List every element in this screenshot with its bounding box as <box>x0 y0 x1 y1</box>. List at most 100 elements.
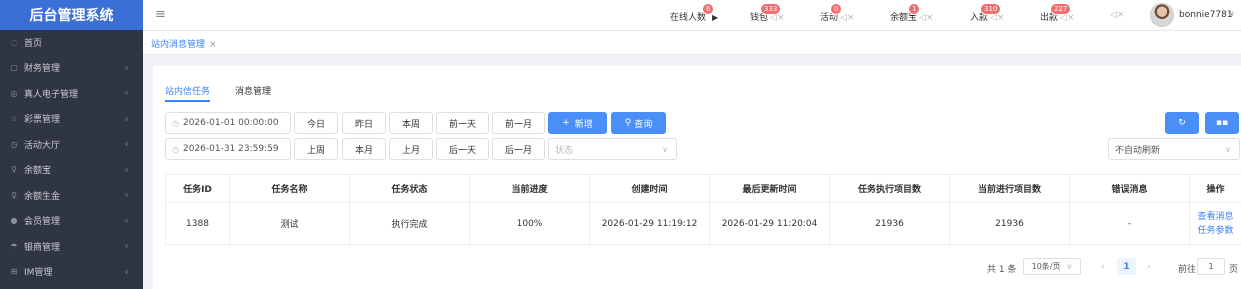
mute-icon[interactable]: ◁× <box>840 13 854 23</box>
mute-icon[interactable]: ◁× <box>1110 10 1124 20</box>
prev-month-button[interactable]: 前一月 <box>492 112 545 134</box>
document-icon: ▢ <box>10 63 18 73</box>
tab-message-management[interactable]: 站内消息管理 × <box>151 37 217 50</box>
online-users-indicator[interactable]: 在线人数 6 ▶ <box>670 3 718 23</box>
subtab-messages[interactable]: 消息管理 <box>235 84 271 97</box>
sidebar-item-label: 首页 <box>24 39 43 49</box>
close-icon[interactable]: × <box>209 40 217 50</box>
grid-icon: ⊞ <box>10 267 18 277</box>
task-params-link[interactable]: 任务参数 <box>1190 224 1241 238</box>
created-time-cell: 2026-01-29 11:19:12 <box>589 202 710 245</box>
person-icon: ♀ <box>11 190 17 200</box>
refresh-button[interactable]: ↻ <box>1165 112 1199 134</box>
plus-icon: + <box>562 118 570 128</box>
end-time-value: 2026-01-31 23:59:59 <box>182 144 279 154</box>
sidebar-item-label: 活动大厅 <box>24 140 61 151</box>
page-size-select[interactable]: 10条/页 ∨ <box>1023 258 1081 275</box>
sidebar-item-merchants[interactable]: ☂ 银商管理 ∨ <box>0 234 143 260</box>
add-button[interactable]: + 新增 <box>548 112 607 134</box>
avatar[interactable] <box>1150 3 1174 27</box>
current-items-cell: 21936 <box>949 202 1070 245</box>
chevron-down-icon[interactable]: ∨ <box>1229 9 1235 18</box>
chevron-down-icon: ∨ <box>1225 144 1231 154</box>
search-icon: ⚲ <box>624 118 632 128</box>
task-name-cell: 测试 <box>229 202 350 245</box>
sidebar-item-label: 银商管理 <box>24 242 61 253</box>
chevron-down-icon: ∨ <box>123 165 129 174</box>
grid-icon: ▪▪ <box>1215 118 1229 128</box>
query-button[interactable]: ⚲ 查询 <box>611 112 666 134</box>
prev-day-button[interactable]: 前一天 <box>436 112 489 134</box>
play-icon[interactable]: ▶ <box>712 13 718 22</box>
start-time-input[interactable]: ◷ 2026-01-01 00:00:00 <box>165 112 291 134</box>
prev-page-icon[interactable]: ‹ <box>1101 262 1105 272</box>
sidebar-item-yuebao[interactable]: ♀ 余额宝 ∨ <box>0 157 143 183</box>
subtab-tasks[interactable]: 站内信任务 <box>165 84 210 97</box>
clock-icon: ◷ <box>172 118 179 128</box>
sidebar-item-home[interactable]: ◌ 首页 <box>0 30 143 55</box>
sidebar-item-activity[interactable]: ◷ 活动大厅 ∨ <box>0 132 143 158</box>
umbrella-icon: ☂ <box>10 241 18 251</box>
deposit-badge: 310 <box>980 3 1002 15</box>
top-header: ≡ 在线人数 6 ▶ 钱包 333 ◁× 活动 0 ◁× 余额宝 1 ◁× 入款 310 ◁× 出款… <box>143 0 1241 31</box>
sidebar-item-im[interactable]: ⊞ IM管理 ∨ <box>0 259 143 285</box>
goto-suffix: 页 <box>1229 265 1239 275</box>
app-title: 后台管理系统 <box>0 0 143 30</box>
chevron-down-icon: ∨ <box>123 267 129 276</box>
actions-cell: 查看消息 任务参数 <box>1189 202 1241 245</box>
this-week-button[interactable]: 本周 <box>389 112 433 134</box>
sidebar-item-label: IM管理 <box>24 268 53 279</box>
this-month-button[interactable]: 本月 <box>342 138 386 160</box>
mute-icon[interactable]: ◁× <box>919 13 933 23</box>
start-time-value: 2026-01-01 00:00:00 <box>182 118 279 128</box>
last-week-button[interactable]: 上周 <box>294 138 338 160</box>
column-header: 错误消息 <box>1069 174 1190 203</box>
total-count: 共 1 条 <box>987 265 1017 275</box>
page-number-current[interactable]: 1 <box>1117 258 1136 275</box>
today-button[interactable]: 今日 <box>294 112 338 134</box>
target-icon: ◎ <box>10 88 18 98</box>
chevron-down-icon: ∨ <box>123 191 129 200</box>
sidebar-item-balance-gold[interactable]: ♀ 余额生金 ∨ <box>0 183 143 209</box>
sidebar-item-members[interactable]: ● 会员管理 ∨ <box>0 208 143 234</box>
column-header: 任务ID <box>165 174 230 203</box>
column-header: 任务名称 <box>229 174 350 203</box>
sidebar-item-live-games[interactable]: ◎ 真人电子管理 ∨ <box>0 81 143 107</box>
username[interactable]: bonnie7781 <box>1179 10 1233 20</box>
end-time-input[interactable]: ◷ 2026-01-31 23:59:59 <box>165 138 291 160</box>
next-page-icon[interactable]: › <box>1147 262 1151 272</box>
yesterday-button[interactable]: 昨日 <box>342 112 386 134</box>
view-message-link[interactable]: 查看消息 <box>1190 210 1241 224</box>
content-card: 站内信任务 消息管理 ◷ 2026-01-01 00:00:00 今日 昨日 本周… <box>153 66 1241 289</box>
home-icon: ◌ <box>10 38 18 47</box>
error-cell: - <box>1069 202 1190 245</box>
grid-view-button[interactable]: ▪▪ <box>1205 112 1239 134</box>
updated-time-cell: 2026-01-29 11:20:04 <box>709 202 830 245</box>
activity-indicator[interactable]: 活动 0 ◁× <box>820 3 854 23</box>
sidebar-item-label: 彩票管理 <box>24 115 61 126</box>
wallet-indicator[interactable]: 钱包 333 ◁× <box>750 3 784 23</box>
query-label: 查询 <box>634 119 653 130</box>
page-tabs: 站内消息管理 × <box>143 31 1241 55</box>
sidebar-item-finance[interactable]: ▢ 财务管理 ∨ <box>0 55 143 81</box>
next-day-button[interactable]: 后一天 <box>436 138 489 160</box>
withdraw-indicator[interactable]: 出款 227 ◁× <box>1040 3 1074 23</box>
goto-page-input[interactable]: 1 <box>1197 258 1225 275</box>
sidebar-item-label: 真人电子管理 <box>24 89 79 100</box>
chevron-down-icon: ∨ <box>123 140 129 149</box>
progress-cell: 100% <box>469 202 590 245</box>
yuebao-indicator[interactable]: 余额宝 1 ◁× <box>890 3 933 23</box>
deposit-indicator[interactable]: 入款 310 ◁× <box>970 3 1004 23</box>
chevron-down-icon: ∨ <box>1066 262 1073 271</box>
next-month-button[interactable]: 后一月 <box>492 138 545 160</box>
table-header-row: 任务ID 任务名称 任务状态 当前进度 创建时间 最后更新时间 任务执行项目数 … <box>165 174 1241 203</box>
sidebar-item-lottery[interactable]: ☆ 彩票管理 ∨ <box>0 106 143 132</box>
menu-toggle-icon[interactable]: ≡ <box>155 7 166 22</box>
last-month-button[interactable]: 上月 <box>389 138 433 160</box>
column-header: 任务执行项目数 <box>829 174 950 203</box>
sidebar-item-label: 会员管理 <box>24 217 61 228</box>
auto-refresh-select[interactable]: 不自动刷新 ∨ <box>1108 138 1240 160</box>
sound-icon[interactable]: ◁× <box>1108 10 1124 20</box>
status-select[interactable]: 状态 ∨ <box>548 138 677 160</box>
sidebar-item-label: 财务管理 <box>24 64 61 75</box>
